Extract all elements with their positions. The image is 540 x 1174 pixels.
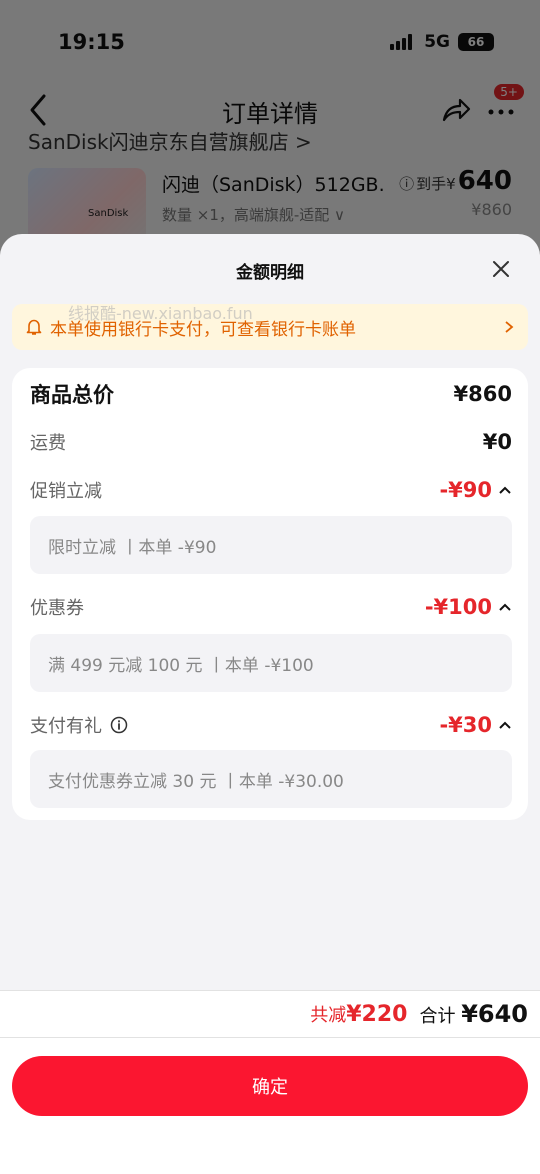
goods-total-value: ¥860 (453, 382, 512, 406)
saved-amount: 共减¥220 (310, 1002, 408, 1027)
amount-detail-sheet: 金额明细 本单使用银行卡支付，可查看银行卡账单 线报酷-new.xianbao.… (0, 234, 540, 1174)
promo-detail: 限时立减 丨本单 -¥90 (30, 516, 512, 574)
bell-icon (26, 319, 42, 335)
sheet-title: 金额明细 (236, 263, 304, 283)
close-icon[interactable] (492, 260, 510, 278)
amount-breakdown-card: 商品总价 ¥860 运费 ¥0 促销立减 -¥90 限时立减 丨本单 -¥90 … (12, 368, 528, 820)
pay-gift-detail: 支付优惠券立减 30 元 丨本单 -¥30.00 (30, 750, 512, 808)
chevron-up-icon[interactable] (498, 602, 512, 612)
coupon-label: 优惠券 (30, 598, 84, 619)
overlay-mask[interactable] (0, 0, 540, 260)
pay-gift-row[interactable]: 支付有礼 -¥30 (30, 708, 512, 742)
coupon-value: -¥100 (425, 595, 512, 619)
goods-total-label: 商品总价 (30, 383, 114, 407)
shipping-row: 运费 ¥0 (30, 426, 512, 458)
goods-total-row: 商品总价 ¥860 (30, 378, 512, 410)
pay-gift-value: -¥30 (439, 713, 512, 737)
promo-row[interactable]: 促销立减 -¥90 (30, 474, 512, 506)
watermark: 线报酷-new.xianbao.fun (68, 304, 253, 323)
shipping-value: ¥0 (482, 430, 512, 454)
total-amount: 合计 ¥640 (419, 1000, 528, 1028)
chevron-up-icon[interactable] (498, 720, 512, 730)
pay-gift-label: 支付有礼 (30, 716, 102, 737)
amount-summary-bar: 共减¥220 合计 ¥640 (0, 990, 540, 1038)
bank-card-notice[interactable]: 本单使用银行卡支付，可查看银行卡账单 线报酷-new.xianbao.fun (12, 304, 528, 350)
order-detail-page: 19:15 5G 66 订单详情 5+ SanDisk闪迪京东自营旗舰店 > S… (0, 0, 540, 260)
promo-value: -¥90 (439, 478, 512, 502)
chevron-up-icon[interactable] (498, 485, 512, 495)
shipping-label: 运费 (30, 433, 66, 454)
coupon-row[interactable]: 优惠券 -¥100 (30, 590, 512, 624)
info-icon[interactable] (110, 716, 128, 734)
confirm-button[interactable]: 确定 (12, 1056, 528, 1116)
pay-gift-label-group: 支付有礼 (30, 712, 128, 738)
promo-label: 促销立减 (30, 481, 102, 502)
chevron-right-icon (505, 321, 514, 333)
footer-area: 确定 (0, 1038, 540, 1174)
coupon-detail: 满 499 元减 100 元 丨本单 -¥100 (30, 634, 512, 692)
sheet-header: 金额明细 (0, 234, 540, 302)
